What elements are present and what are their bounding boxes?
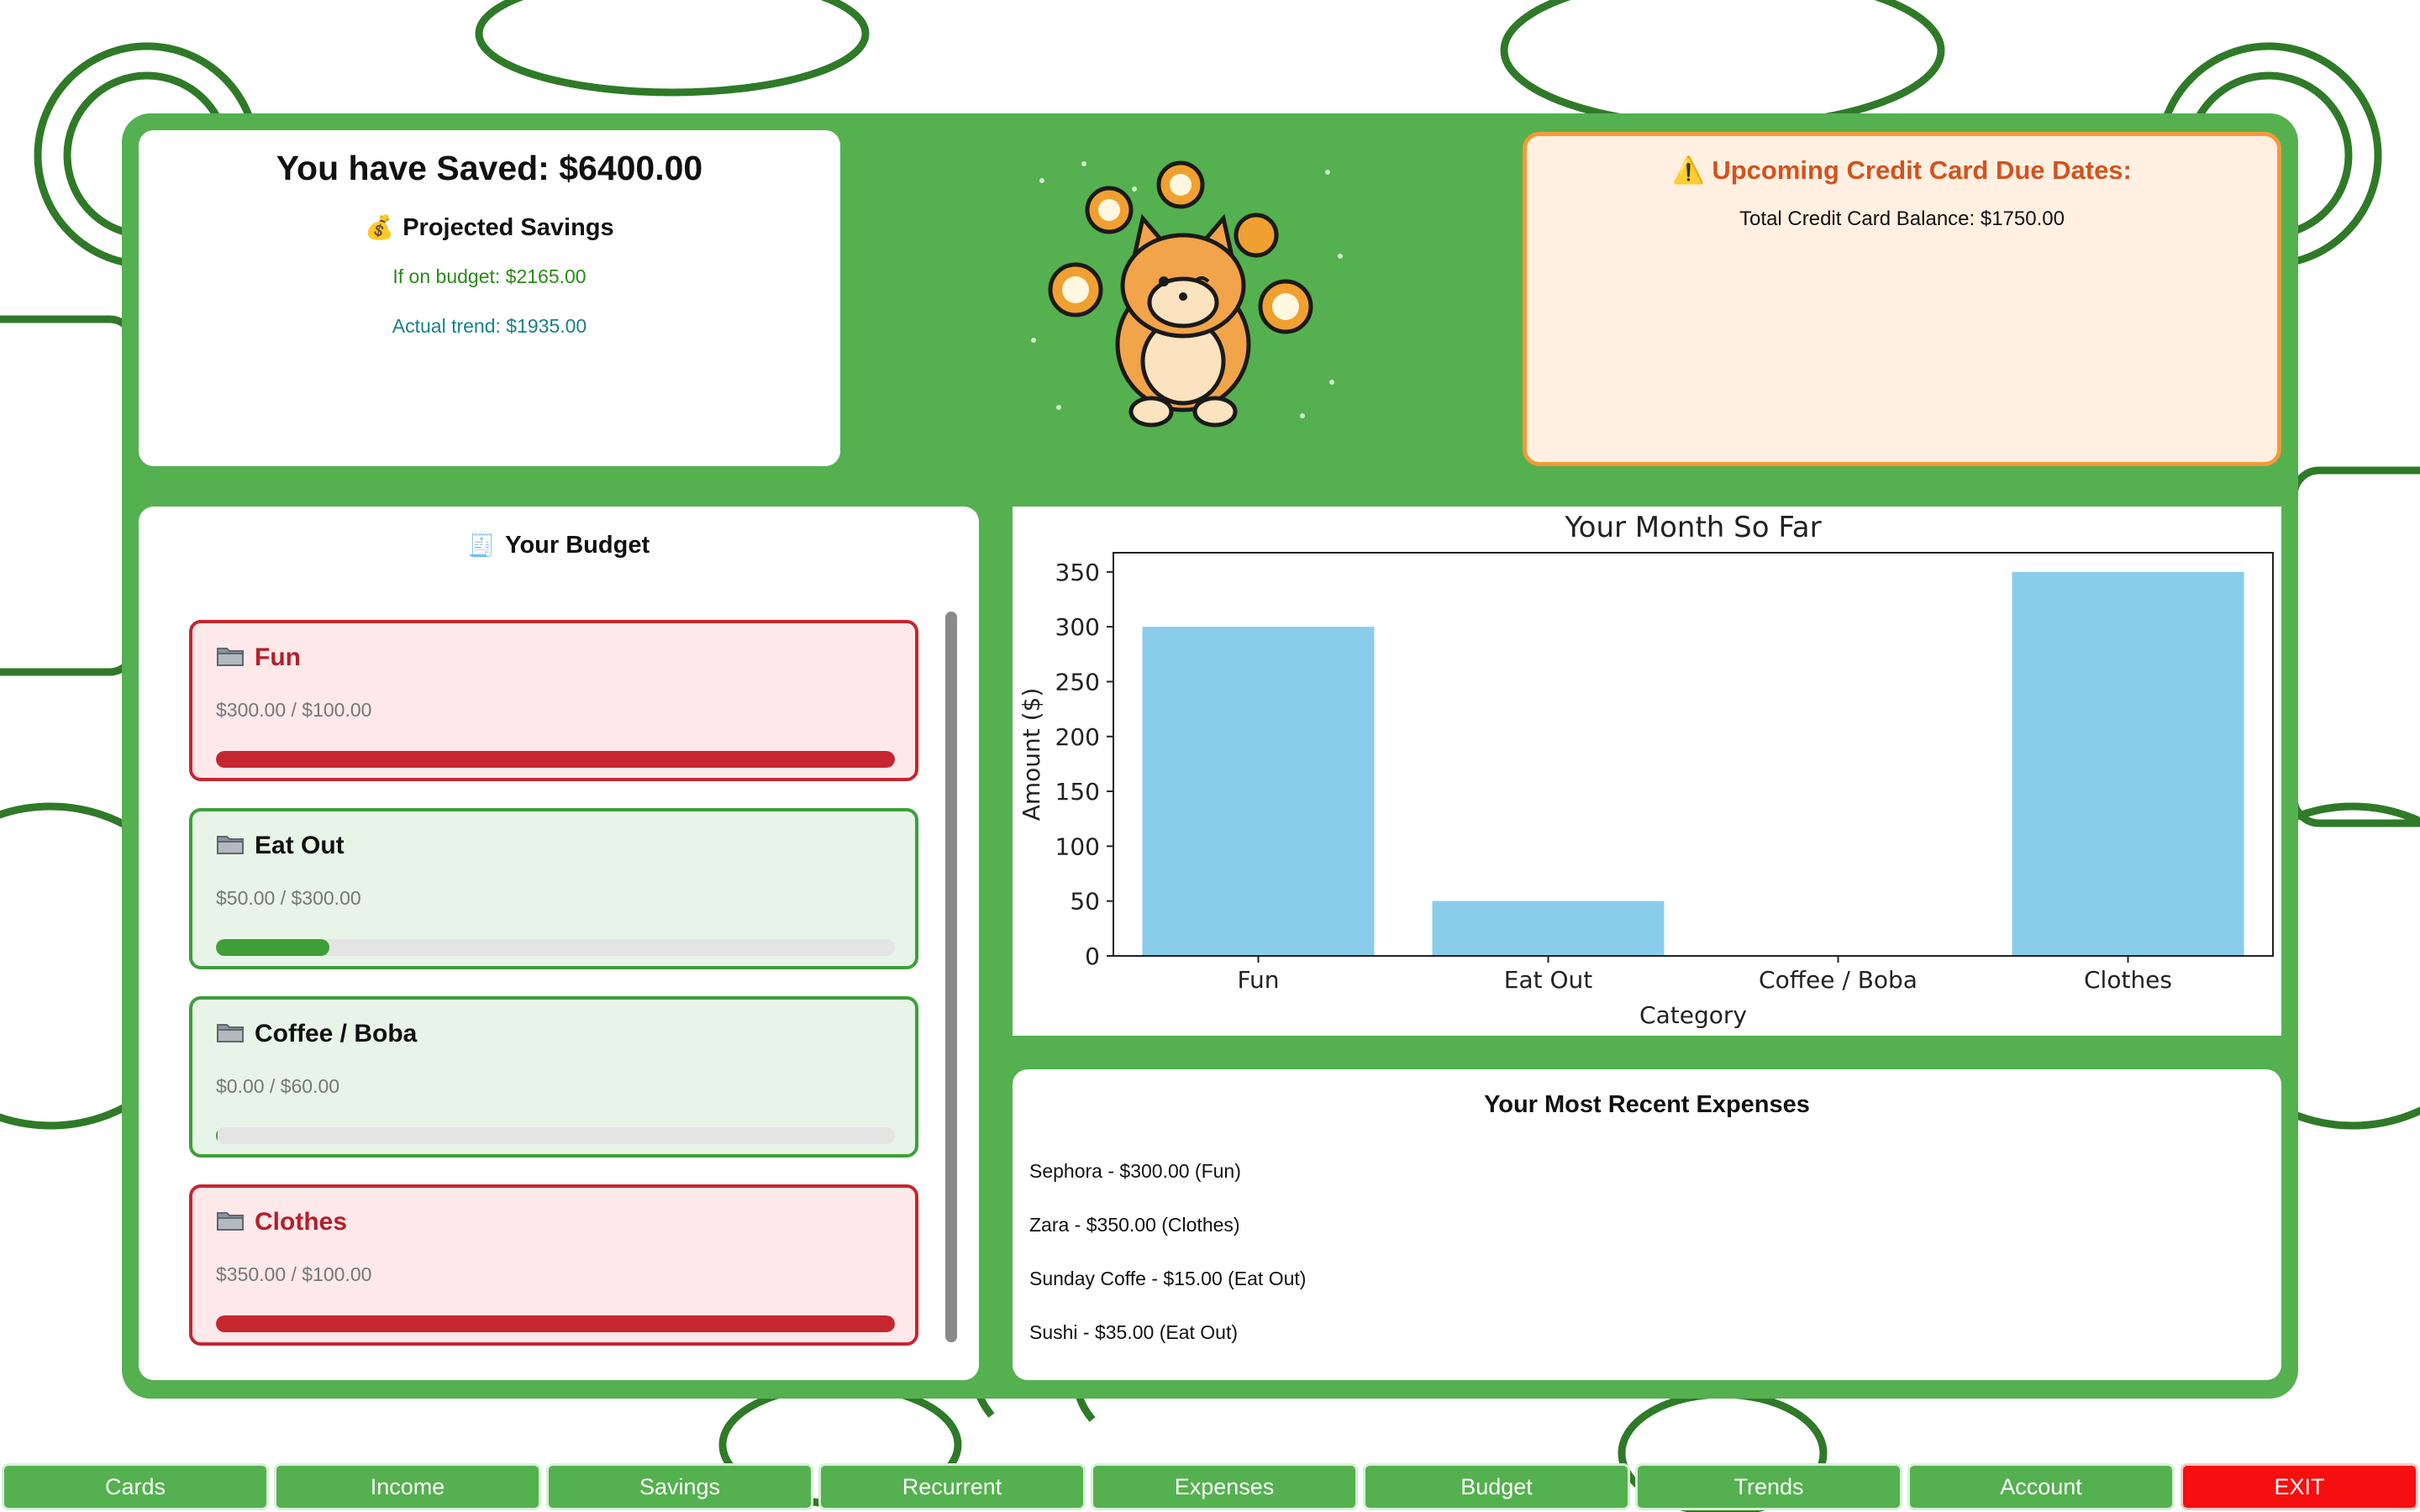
nav-button-expenses[interactable]: Expenses: [1091, 1463, 1358, 1510]
month-chart-card: Your Month So Far Fun Eat Out Coffee / Boba…: [1013, 507, 2281, 1036]
nav-button-trends[interactable]: Trends: [1635, 1463, 1902, 1510]
budget-item-amount: $50.00 / $300.00: [216, 887, 361, 909]
recent-expense-item: Zara - $350.00 (Clothes): [1029, 1214, 1240, 1236]
budget-title: Your Budget: [505, 532, 650, 559]
budget-item-name: Fun: [216, 643, 301, 672]
folder-icon: [217, 836, 244, 854]
chart-title: Your Month So Far: [1564, 511, 1821, 544]
budget-item[interactable]: Coffee / Boba $0.00 / $60.00: [189, 996, 918, 1158]
nav-button-exit[interactable]: EXIT: [2181, 1463, 2418, 1510]
chart-bar: [1142, 627, 1375, 956]
nav-button-account[interactable]: Account: [1907, 1463, 2175, 1510]
shiba-juggling-coins-icon: [1031, 160, 1343, 428]
folder-icon: [217, 648, 244, 666]
budget-progress-fill: [216, 751, 895, 768]
folder-icon: [217, 1212, 244, 1231]
budget-item[interactable]: Eat Out $50.00 / $300.00: [189, 808, 918, 969]
dashboard-panel: You have Saved: $6400.00 💰 Projected Savi…: [122, 113, 2298, 1399]
nav-button-cards[interactable]: Cards: [2, 1463, 269, 1510]
budget-item-label: Eat Out: [255, 832, 345, 859]
credit-card-due-card: ⚠️ Upcoming Credit Card Due Dates: Total…: [1523, 132, 2281, 466]
nav-button-savings[interactable]: Savings: [546, 1463, 813, 1510]
chart-bar: [1432, 900, 1665, 956]
budget-heading: 🧾 Your Budget: [139, 532, 979, 559]
budget-item-amount: $300.00 / $100.00: [216, 699, 372, 721]
credit-card-heading: ⚠️ Upcoming Credit Card Due Dates:: [1527, 155, 2277, 186]
y-tick-label: 350: [1055, 559, 1100, 586]
receipt-icon: 🧾: [467, 533, 496, 558]
budget-progress-bar: [216, 751, 895, 768]
y-tick-label: 0: [1085, 942, 1100, 970]
y-tick-label: 200: [1055, 723, 1100, 751]
nav-button-recurrent[interactable]: Recurrent: [818, 1463, 1086, 1510]
x-tick-label: Coffee / Boba: [1759, 966, 1918, 994]
y-axis-label: Amount ($): [1018, 688, 1045, 822]
recent-expenses-card: Your Most Recent Expenses Sephora - $300…: [1013, 1069, 2281, 1380]
budget-progress-fill: [216, 1315, 895, 1332]
budget-item-label: Clothes: [255, 1208, 348, 1236]
budget-scrollbar[interactable]: [945, 612, 957, 1342]
budget-item-amount: $350.00 / $100.00: [216, 1263, 372, 1285]
month-bar-chart: Your Month So Far Fun Eat Out Coffee / Boba…: [1018, 511, 2274, 1029]
budget-item-label: Coffee / Boba: [255, 1020, 418, 1047]
savings-card: You have Saved: $6400.00 💰 Projected Savi…: [139, 130, 840, 466]
budget-progress-fill: [216, 939, 329, 956]
recent-expenses-title: Your Most Recent Expenses: [1484, 1091, 1810, 1118]
budget-item[interactable]: Clothes $350.00 / $100.00: [189, 1184, 918, 1346]
budget-item-name: Clothes: [216, 1208, 347, 1236]
y-tick-label: 100: [1055, 832, 1100, 860]
credit-card-title: Upcoming Credit Card Due Dates:: [1712, 155, 2132, 185]
budget-item-amount: $0.00 / $60.00: [216, 1075, 340, 1097]
y-tick-label: 150: [1055, 778, 1100, 806]
recent-expense-item: Sephora - $300.00 (Fun): [1029, 1160, 1241, 1182]
budget-item-name: Eat Out: [216, 832, 345, 860]
budget-card: 🧾 Your Budget Fun $300.00 / $100.00 Eat Out…: [139, 507, 979, 1380]
budget-progress-bar: [216, 939, 895, 956]
x-tick-label: Clothes: [2084, 966, 2172, 994]
warning-icon: ⚠️: [1672, 155, 1705, 185]
budget-progress-bar: [216, 1127, 895, 1144]
projected-savings-label: Projected Savings: [402, 214, 614, 241]
y-tick-label: 50: [1070, 888, 1100, 916]
money-bag-icon: 💰: [365, 214, 395, 240]
saved-total: You have Saved: $6400.00: [276, 149, 703, 187]
nav-button-income[interactable]: Income: [274, 1463, 541, 1510]
recent-expense-item: Sushi - $35.00 (Eat Out): [1029, 1321, 1239, 1343]
folder-icon: [217, 1024, 244, 1042]
actual-trend-projection: Actual trend: $1935.00: [392, 315, 587, 337]
on-budget-projection: If on budget: $2165.00: [392, 265, 587, 287]
x-axis-label: Category: [1639, 1001, 1747, 1029]
budget-item[interactable]: Fun $300.00 / $100.00: [189, 620, 918, 781]
x-tick-label: Fun: [1237, 966, 1279, 994]
chart-bar: [2012, 571, 2244, 956]
budget-item-label: Fun: [255, 643, 301, 671]
y-tick-label: 250: [1055, 668, 1100, 696]
credit-card-total: Total Credit Card Balance: $1750.00: [1739, 207, 2065, 230]
budget-item-name: Coffee / Boba: [216, 1020, 417, 1048]
y-tick-label: 300: [1055, 613, 1100, 641]
budget-progress-fill: [216, 1127, 218, 1144]
recent-expense-item: Sunday Coffe - $15.00 (Eat Out): [1029, 1268, 1307, 1289]
projected-savings-heading: 💰 Projected Savings: [139, 213, 840, 242]
budget-progress-bar: [216, 1315, 895, 1332]
bottom-nav: Cards Income Savings Recurrent Expenses Budge…: [0, 1462, 2420, 1512]
nav-button-budget[interactable]: Budget: [1363, 1463, 1630, 1510]
x-tick-label: Eat Out: [1504, 966, 1593, 994]
